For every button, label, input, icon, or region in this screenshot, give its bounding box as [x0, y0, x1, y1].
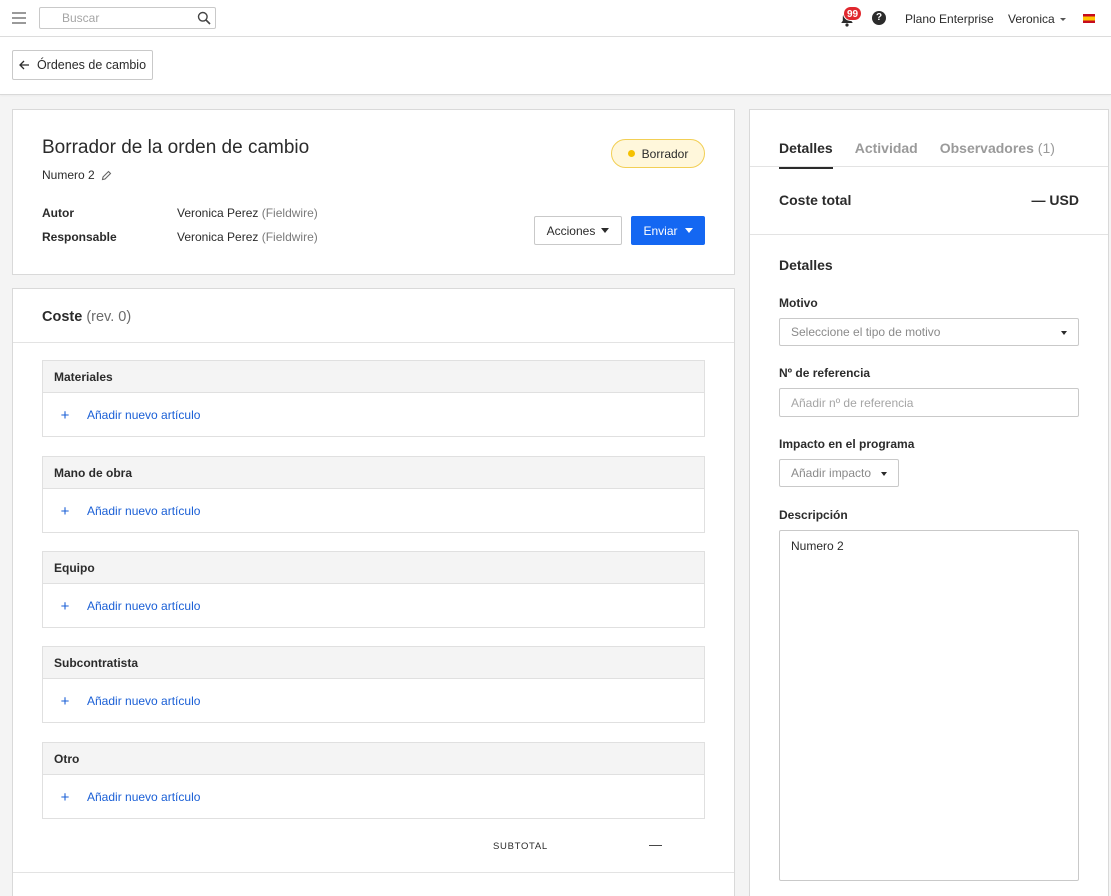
send-button[interactable]: Enviar: [631, 216, 705, 245]
top-bar: 99 ? Plano Enterprise Veronica: [0, 0, 1111, 37]
chevron-down-icon: [1059, 18, 1066, 22]
add-item-button[interactable]: + Añadir nuevo artículo: [43, 489, 704, 533]
assignee-name: Veronica Perez: [177, 230, 259, 244]
tab-observadores-label: Observadores: [939, 140, 1034, 156]
status-dot-icon: [627, 150, 635, 157]
reason-placeholder: Seleccione el tipo de motivo: [791, 325, 941, 339]
chevron-down-icon: [601, 228, 610, 233]
chevron-down-icon: [881, 472, 887, 476]
add-item-button[interactable]: + Añadir nuevo artículo: [43, 584, 704, 628]
arrow-left-icon: [19, 60, 29, 70]
plus-icon: +: [60, 502, 70, 520]
author-label: Autor: [42, 206, 74, 220]
user-name: Veronica: [1008, 12, 1055, 26]
search-input[interactable]: [62, 8, 202, 28]
impact-label: Impacto en el programa: [779, 437, 915, 451]
order-summary-card: Borrador de la orden de cambio Numero 2 …: [12, 109, 735, 275]
add-item-button[interactable]: + Añadir nuevo artículo: [43, 775, 704, 819]
reference-label: Nº de referencia: [779, 366, 871, 380]
user-menu[interactable]: Veronica: [1008, 12, 1066, 26]
group-header: Otro: [43, 743, 704, 775]
impact-placeholder: Añadir impacto: [791, 466, 872, 480]
reference-input[interactable]: [779, 388, 1079, 417]
tab-observadores-count: (1): [1037, 140, 1055, 156]
order-number-label: Numero 2: [42, 168, 95, 182]
divider: [750, 234, 1108, 235]
notifications-badge: 99: [843, 6, 863, 21]
tab-observadores[interactable]: Observadores (1): [940, 140, 1055, 169]
cost-card: Coste (rev. 0) Materiales + Añadir nuevo …: [12, 288, 735, 896]
cost-revision: (rev. 0): [86, 309, 132, 325]
total-cost-value: — USD: [1031, 192, 1079, 208]
help-icon[interactable]: ?: [872, 11, 886, 25]
back-button[interactable]: Órdenes de cambio: [12, 50, 153, 80]
page-header: Órdenes de cambio: [0, 37, 1111, 95]
cost-group-subcontratista: Subcontratista + Añadir nuevo artículo: [42, 646, 705, 723]
divider: [750, 166, 1108, 167]
assignee-label: Responsable: [42, 230, 117, 244]
author-company: (Fieldwire): [261, 206, 318, 220]
reason-select[interactable]: Seleccione el tipo de motivo: [779, 318, 1079, 346]
add-item-label: Añadir nuevo artículo: [87, 599, 201, 613]
group-header: Materiales: [43, 361, 704, 393]
add-item-button[interactable]: + Añadir nuevo artículo: [43, 679, 704, 723]
status-badge: Borrador: [611, 139, 705, 168]
chevron-down-icon: [1061, 331, 1067, 335]
author-name: Veronica Perez: [177, 206, 259, 220]
plus-icon: +: [60, 406, 70, 424]
add-item-button[interactable]: + Añadir nuevo artículo: [43, 393, 704, 437]
page-title: Borrador de la orden de cambio: [42, 137, 310, 158]
divider: [13, 872, 734, 873]
subtotal-label: SUBTOTAL: [493, 841, 548, 852]
panel-tabs: Detalles Actividad Observadores (1): [779, 140, 1055, 169]
status-label: Borrador: [641, 146, 689, 161]
details-section-title: Detalles: [779, 257, 833, 273]
plus-icon: +: [60, 788, 70, 806]
cost-group-materiales: Materiales + Añadir nuevo artículo: [42, 360, 705, 437]
actions-button[interactable]: Acciones: [534, 216, 622, 245]
back-label: Órdenes de cambio: [36, 58, 147, 72]
subtotal-value: —: [649, 837, 662, 852]
assignee-value: Veronica Perez (Fieldwire): [177, 230, 318, 244]
order-number: Numero 2: [42, 168, 112, 182]
description-label: Descripción: [779, 508, 848, 522]
add-item-label: Añadir nuevo artículo: [87, 694, 201, 708]
reason-label: Motivo: [779, 296, 818, 310]
group-header: Mano de obra: [43, 457, 704, 489]
actions-label: Acciones: [546, 223, 596, 238]
plus-icon: +: [60, 692, 70, 710]
search-box[interactable]: [39, 7, 216, 29]
assignee-company: (Fieldwire): [261, 230, 318, 244]
cost-group-otro: Otro + Añadir nuevo artículo: [42, 742, 705, 819]
group-header: Subcontratista: [43, 647, 704, 679]
plus-icon: +: [60, 597, 70, 615]
cost-title: Coste (rev. 0): [42, 309, 131, 325]
spain-flag-icon[interactable]: [1083, 14, 1095, 23]
cost-group-equipo: Equipo + Añadir nuevo artículo: [42, 551, 705, 628]
divider: [13, 342, 734, 343]
tab-detalles[interactable]: Detalles: [779, 140, 833, 169]
author-value: Veronica Perez (Fieldwire): [177, 206, 318, 220]
cost-group-mano-de-obra: Mano de obra + Añadir nuevo artículo: [42, 456, 705, 533]
tab-actividad[interactable]: Actividad: [855, 140, 918, 169]
chevron-down-icon: [684, 228, 693, 233]
total-cost-label: Coste total: [779, 192, 852, 208]
add-item-label: Añadir nuevo artículo: [87, 408, 201, 422]
impact-select[interactable]: Añadir impacto: [779, 459, 899, 487]
plan-selector[interactable]: Plano Enterprise: [905, 12, 994, 26]
menu-icon[interactable]: [12, 12, 26, 24]
description-textarea[interactable]: Numero 2: [779, 530, 1079, 881]
send-label: Enviar: [643, 223, 678, 238]
add-item-label: Añadir nuevo artículo: [87, 790, 201, 804]
cost-title-label: Coste: [42, 309, 83, 325]
details-panel: Detalles Actividad Observadores (1) Cost…: [749, 109, 1109, 896]
group-header: Equipo: [43, 552, 704, 584]
pencil-icon[interactable]: [101, 170, 112, 181]
search-icon[interactable]: [197, 11, 211, 25]
add-item-label: Añadir nuevo artículo: [87, 504, 201, 518]
